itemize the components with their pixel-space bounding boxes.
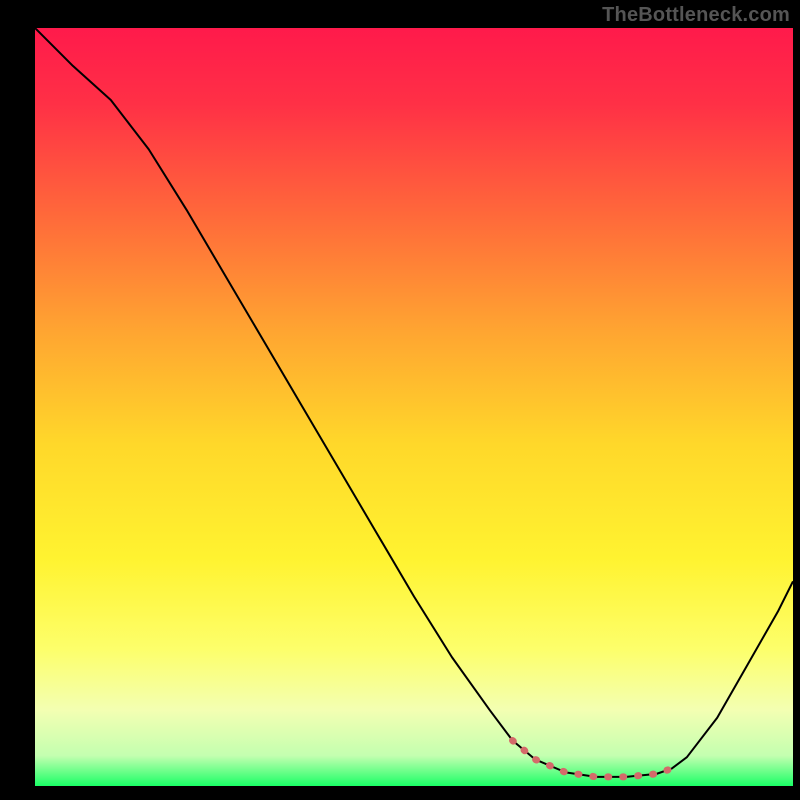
gradient-background [35, 28, 793, 786]
watermark-text: TheBottleneck.com [602, 4, 790, 27]
plot-area [35, 28, 793, 786]
chart-container: TheBottleneck.com [0, 0, 800, 800]
chart-svg [35, 28, 793, 786]
